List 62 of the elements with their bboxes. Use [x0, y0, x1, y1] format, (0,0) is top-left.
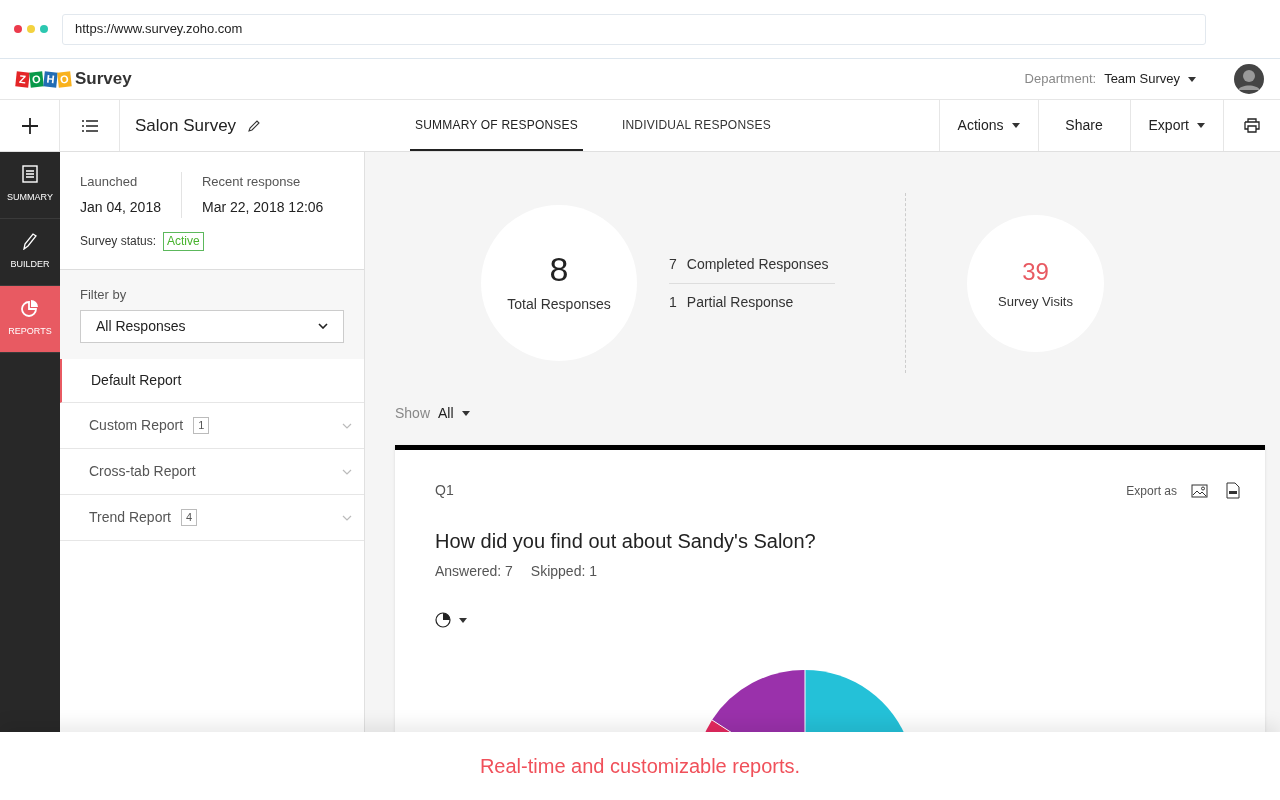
filter-label: Filter by [80, 286, 128, 304]
report-item[interactable]: Cross-tab Report [60, 449, 364, 495]
response-count: 1 [669, 292, 677, 312]
count-badge: 1 [193, 417, 210, 434]
product-name: Survey [75, 68, 132, 91]
printer-icon [1244, 118, 1260, 133]
caret-icon [459, 617, 467, 623]
survey-visits-label: Survey Visits [998, 293, 1073, 312]
caret-icon [461, 411, 470, 416]
show-label: Show [395, 404, 431, 423]
avatar-icon[interactable] [1234, 64, 1264, 94]
edit-icon[interactable] [248, 119, 262, 132]
nav-item[interactable]: SUMMARY [0, 152, 60, 219]
count-badge: 4 [180, 509, 198, 526]
launched-label: Launched [80, 173, 139, 191]
plus-icon [21, 117, 38, 134]
logo-letter: O [57, 70, 72, 88]
survey-title: Salon Survey [135, 114, 237, 137]
chart-type-dropdown[interactable] [435, 612, 467, 628]
report-item[interactable]: Trend Report 4 [60, 495, 364, 541]
image-icon[interactable] [1191, 483, 1208, 498]
recent-response-date: Mar 22, 2018 12:06 [201, 197, 324, 217]
status-badge: Active [163, 231, 204, 251]
caret-icon [1188, 76, 1196, 82]
answered-count: Answered: 7 [435, 562, 513, 581]
logo-letter: Z [15, 70, 30, 88]
total-responses-count: 8 [549, 251, 569, 286]
response-count: 7 [669, 254, 677, 274]
address-bar[interactable]: https://www.survey.zoho.com [62, 13, 1206, 45]
recent-response-label: Recent response [201, 173, 302, 191]
caret-icon [1011, 123, 1020, 128]
launched-date: Jan 04, 2018 [80, 197, 161, 217]
logo-letter: O [29, 70, 44, 88]
pie-chart-icon [435, 612, 451, 628]
skipped-count: Skipped: 1 [530, 562, 597, 581]
response-type-label: Completed Responses [686, 254, 829, 274]
chevron-down-icon [318, 323, 328, 329]
logo-letter: H [43, 70, 58, 88]
question-number: Q1 [435, 481, 454, 500]
response-type-label: Partial Response [686, 292, 794, 312]
dropdown-button[interactable]: Actions [938, 100, 1038, 151]
report-item[interactable]: Default Report [60, 359, 364, 403]
status-label: Survey status: [80, 233, 157, 250]
pdf-file-icon[interactable] [1226, 482, 1240, 499]
list-icon [81, 119, 98, 132]
total-responses-label: Total Responses [507, 294, 611, 314]
department-dropdown[interactable]: Team Survey [1104, 69, 1196, 89]
export-label: Export as [1126, 482, 1177, 500]
pie-chart-icon [21, 299, 39, 318]
survey-visits-count: 39 [1022, 257, 1049, 288]
question-text: How did you find out about Sandy's Salon? [435, 529, 817, 554]
caret-icon [1197, 123, 1205, 128]
filter-dropdown[interactable]: All Responses [80, 309, 344, 343]
caption: Real-time and customizable reports. [479, 754, 801, 779]
show-dropdown[interactable]: All [438, 403, 470, 424]
department-label: Department: [1024, 70, 1097, 89]
pencil-icon [22, 232, 38, 251]
report-item[interactable]: Custom Report 1 [60, 403, 364, 449]
tab[interactable]: INDIVIDUAL RESPONSES [616, 100, 776, 151]
document-icon [22, 165, 38, 184]
dropdown-button[interactable]: Export [1129, 100, 1223, 151]
button[interactable]: Share [1037, 100, 1130, 151]
